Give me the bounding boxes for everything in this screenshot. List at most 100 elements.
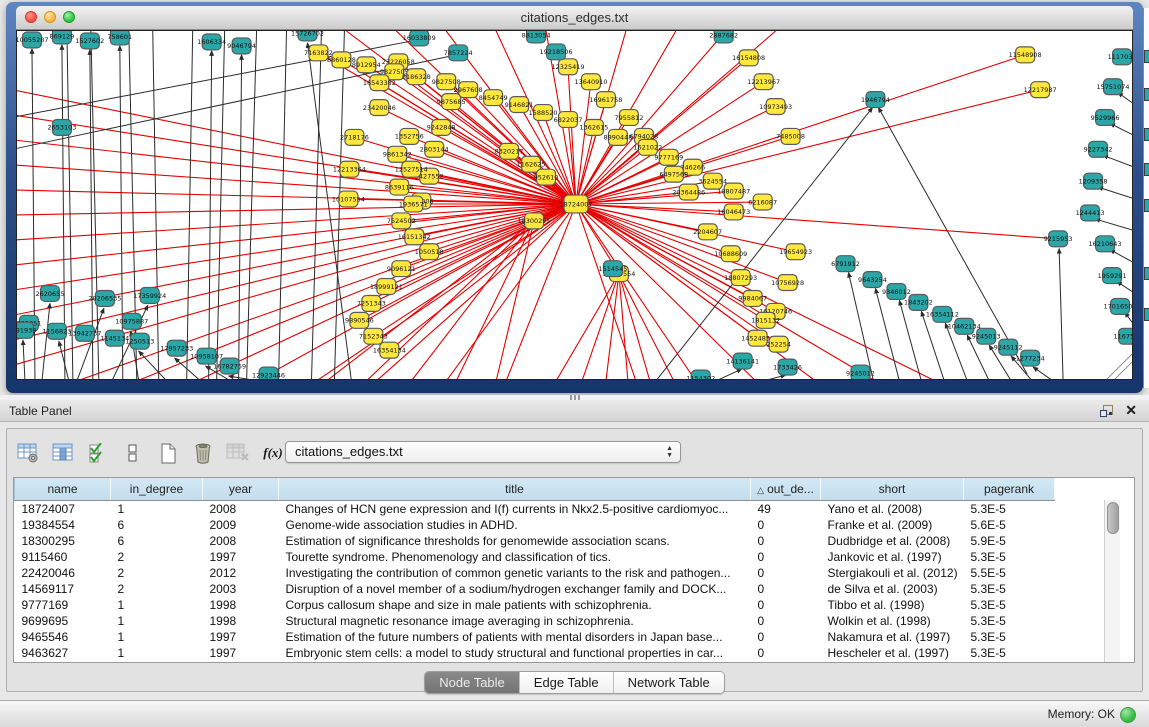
- graph-node[interactable]: 16033809: [403, 31, 436, 46]
- column-header-in-degree[interactable]: in_degree: [111, 478, 203, 501]
- graph-node[interactable]: 16210643: [1089, 236, 1122, 252]
- graph-node[interactable]: 17957233: [160, 340, 193, 356]
- graph-edge[interactable]: [307, 43, 351, 379]
- table-cell[interactable]: 5.3E-5: [964, 613, 1055, 629]
- table-cell[interactable]: 18724007: [15, 501, 111, 518]
- graph-node[interactable]: 6216087: [748, 194, 777, 210]
- graph-node[interactable]: 9245112: [994, 339, 1023, 355]
- function-builder-button[interactable]: f(x): [260, 440, 286, 466]
- table-cell[interactable]: 9777169: [15, 597, 111, 613]
- table-cell[interactable]: 1: [111, 629, 203, 645]
- graph-node[interactable]: 952610: [534, 169, 559, 185]
- graph-edge[interactable]: [849, 273, 874, 379]
- table-cell[interactable]: Wolkin et al. (1998): [821, 613, 964, 629]
- table-cell[interactable]: 1998: [203, 613, 279, 629]
- table-cell[interactable]: Changes of HCN gene expression and I(f) …: [279, 501, 751, 518]
- graph-node[interactable]: 7857224: [444, 45, 473, 61]
- graph-edge[interactable]: [17, 40, 417, 117]
- graph-edge[interactable]: [209, 51, 212, 379]
- graph-edge[interactable]: [23, 340, 25, 379]
- memory-ok-indicator[interactable]: [1120, 707, 1136, 723]
- column-header-pagerank[interactable]: pagerank: [964, 478, 1055, 501]
- graph-node[interactable]: 10107554: [332, 191, 365, 207]
- graph-node[interactable]: 2653103: [47, 119, 76, 135]
- table-cell[interactable]: 9465546: [15, 629, 111, 645]
- table-cell[interactable]: 0: [751, 533, 821, 549]
- graph-edge[interactable]: [899, 300, 921, 379]
- show-columns-button[interactable]: [50, 440, 76, 466]
- graph-node[interactable]: 1050518: [415, 244, 444, 260]
- graph-edge[interactable]: [764, 375, 786, 379]
- table-cell[interactable]: Tibbo et al. (1998): [821, 597, 964, 613]
- table-row[interactable]: 2242004622012Investigating the contribut…: [15, 565, 1055, 581]
- table-cell[interactable]: Estimation of significance thresholds fo…: [279, 533, 751, 549]
- table-cell[interactable]: 0: [751, 597, 821, 613]
- graph-edge[interactable]: [1059, 249, 1063, 379]
- table-cell[interactable]: Stergiakouli et al. (2012): [821, 565, 964, 581]
- graph-node[interactable]: 14136141: [726, 353, 759, 369]
- graph-node[interactable]: 13640910: [574, 74, 607, 90]
- graph-node[interactable]: 18724007: [559, 195, 592, 213]
- graph-edge[interactable]: [17, 91, 576, 204]
- table-mode-button[interactable]: [15, 440, 41, 466]
- table-cell[interactable]: 1: [111, 613, 203, 629]
- table-cell[interactable]: Structural magnetic resonance image aver…: [279, 613, 751, 629]
- delete-table-button-disabled[interactable]: [225, 440, 251, 466]
- graph-edge[interactable]: [279, 31, 287, 379]
- row-height-button[interactable]: [120, 440, 146, 466]
- graph-node[interactable]: 1209358: [1079, 173, 1108, 189]
- graph-edge[interactable]: [42, 303, 50, 379]
- table-cell[interactable]: Hescheler et al. (1997): [821, 645, 964, 661]
- graph-node[interactable]: 12213967: [747, 74, 780, 90]
- table-cell[interactable]: 1997: [203, 629, 279, 645]
- table-select-dropdown[interactable]: citations_edges.txt ▲▼: [285, 441, 681, 463]
- graph-node[interactable]: 1277234: [1016, 350, 1045, 366]
- graph-node[interactable]: 10756928: [771, 275, 804, 291]
- table-row[interactable]: 969969511998Structural magnetic resonanc…: [15, 613, 1055, 629]
- table-cell[interactable]: 5.3E-5: [964, 501, 1055, 518]
- graph-edge[interactable]: [217, 31, 225, 379]
- table-cell[interactable]: 5.6E-5: [964, 517, 1055, 533]
- graph-edge[interactable]: [576, 204, 636, 379]
- table-cell[interactable]: 19384554: [15, 517, 111, 533]
- float-panel-icon[interactable]: [1100, 404, 1113, 417]
- tab-network-table[interactable]: Network Table: [614, 672, 724, 693]
- graph-node[interactable]: 9643254: [858, 272, 887, 288]
- graph-edge[interactable]: [878, 108, 1027, 374]
- graph-node[interactable]: 16354112: [926, 306, 959, 322]
- graph-edge[interactable]: [1103, 155, 1132, 166]
- tab-node-table[interactable]: Node Table: [425, 672, 520, 693]
- graph-edge[interactable]: [389, 204, 576, 350]
- table-cell[interactable]: 0: [751, 645, 821, 661]
- table-cell[interactable]: 5.3E-5: [964, 581, 1055, 597]
- graph-node[interactable]: 758601: [107, 31, 132, 45]
- tab-edge-table[interactable]: Edge Table: [520, 672, 614, 693]
- graph-node[interactable]: 12923446: [252, 367, 285, 379]
- table-cell[interactable]: 6: [111, 517, 203, 533]
- graph-node[interactable]: 16961758: [589, 92, 622, 108]
- graph-edge[interactable]: [1098, 187, 1132, 198]
- table-cell[interactable]: Estimation of the future numbers of pati…: [279, 629, 751, 645]
- table-cell[interactable]: 2008: [203, 533, 279, 549]
- table-cell[interactable]: 0: [751, 565, 821, 581]
- column-header-year[interactable]: year: [203, 478, 279, 501]
- graph-node[interactable]: 10688609: [714, 246, 747, 262]
- graph-edge[interactable]: [175, 358, 201, 379]
- graph-node[interactable]: 16151342: [398, 229, 431, 245]
- graph-edge[interactable]: [239, 55, 242, 379]
- graph-edge[interactable]: [716, 369, 742, 379]
- table-cell[interactable]: 2: [111, 581, 203, 597]
- graph-node[interactable]: 10055287: [17, 32, 48, 48]
- table-cell[interactable]: 9463627: [15, 645, 111, 661]
- table-cell[interactable]: 22420046: [15, 565, 111, 581]
- graph-edge[interactable]: [17, 165, 576, 204]
- table-cell[interactable]: 2: [111, 565, 203, 581]
- table-cell[interactable]: 5.5E-5: [964, 565, 1055, 581]
- graph-edge[interactable]: [1033, 367, 1053, 379]
- graph-edge[interactable]: [1110, 123, 1132, 134]
- graph-node[interactable]: 20364486: [672, 184, 705, 200]
- graph-node[interactable]: 15751074: [1097, 79, 1130, 95]
- network-view-canvas[interactable]: 1872400771638228860128891295423226058982…: [16, 30, 1133, 380]
- table-cell[interactable]: 5.3E-5: [964, 645, 1055, 661]
- graph-node[interactable]: 2887682: [709, 31, 738, 43]
